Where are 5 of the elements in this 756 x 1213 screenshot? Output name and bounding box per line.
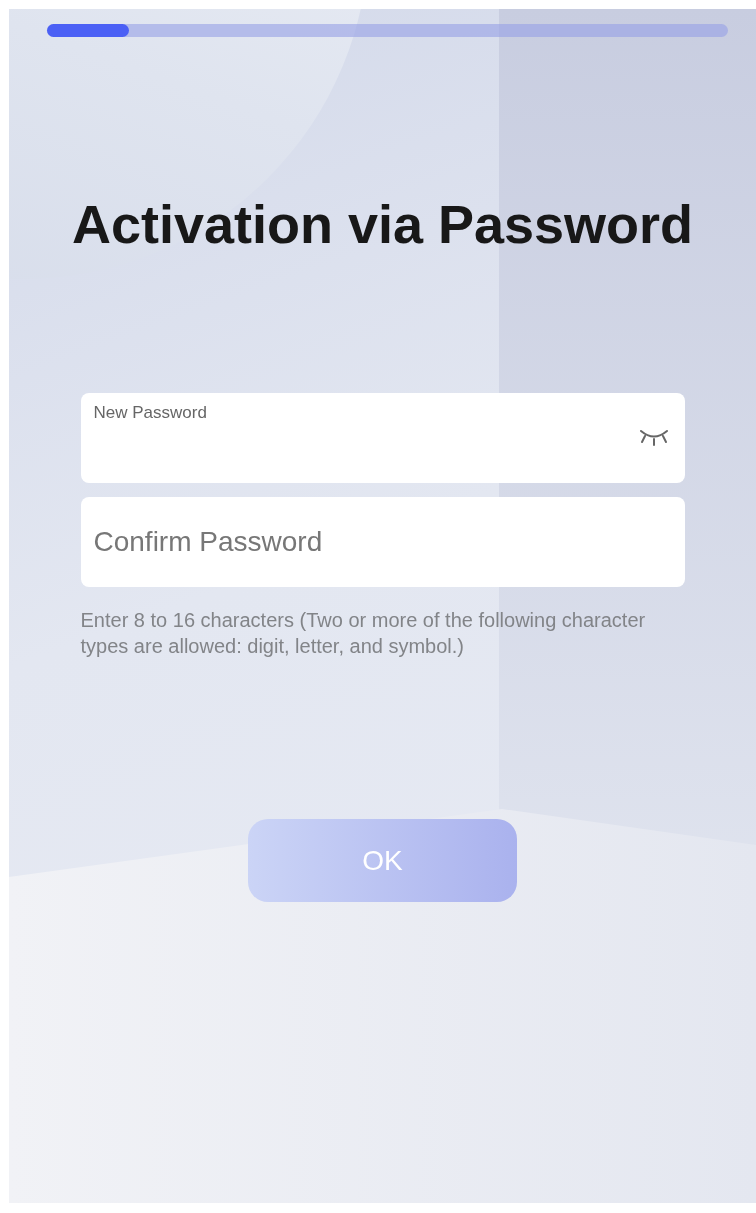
password-field[interactable]: New Password [80, 393, 685, 483]
confirm-password-field[interactable]: Confirm Password [80, 497, 685, 587]
password-hint: Enter 8 to 16 characters (Two or more of the following character types are allowed: digit, letter, and symbol.) [80, 608, 647, 659]
page-title: Activation via Password [71, 193, 694, 255]
closed-eye-icon[interactable] [638, 428, 669, 446]
